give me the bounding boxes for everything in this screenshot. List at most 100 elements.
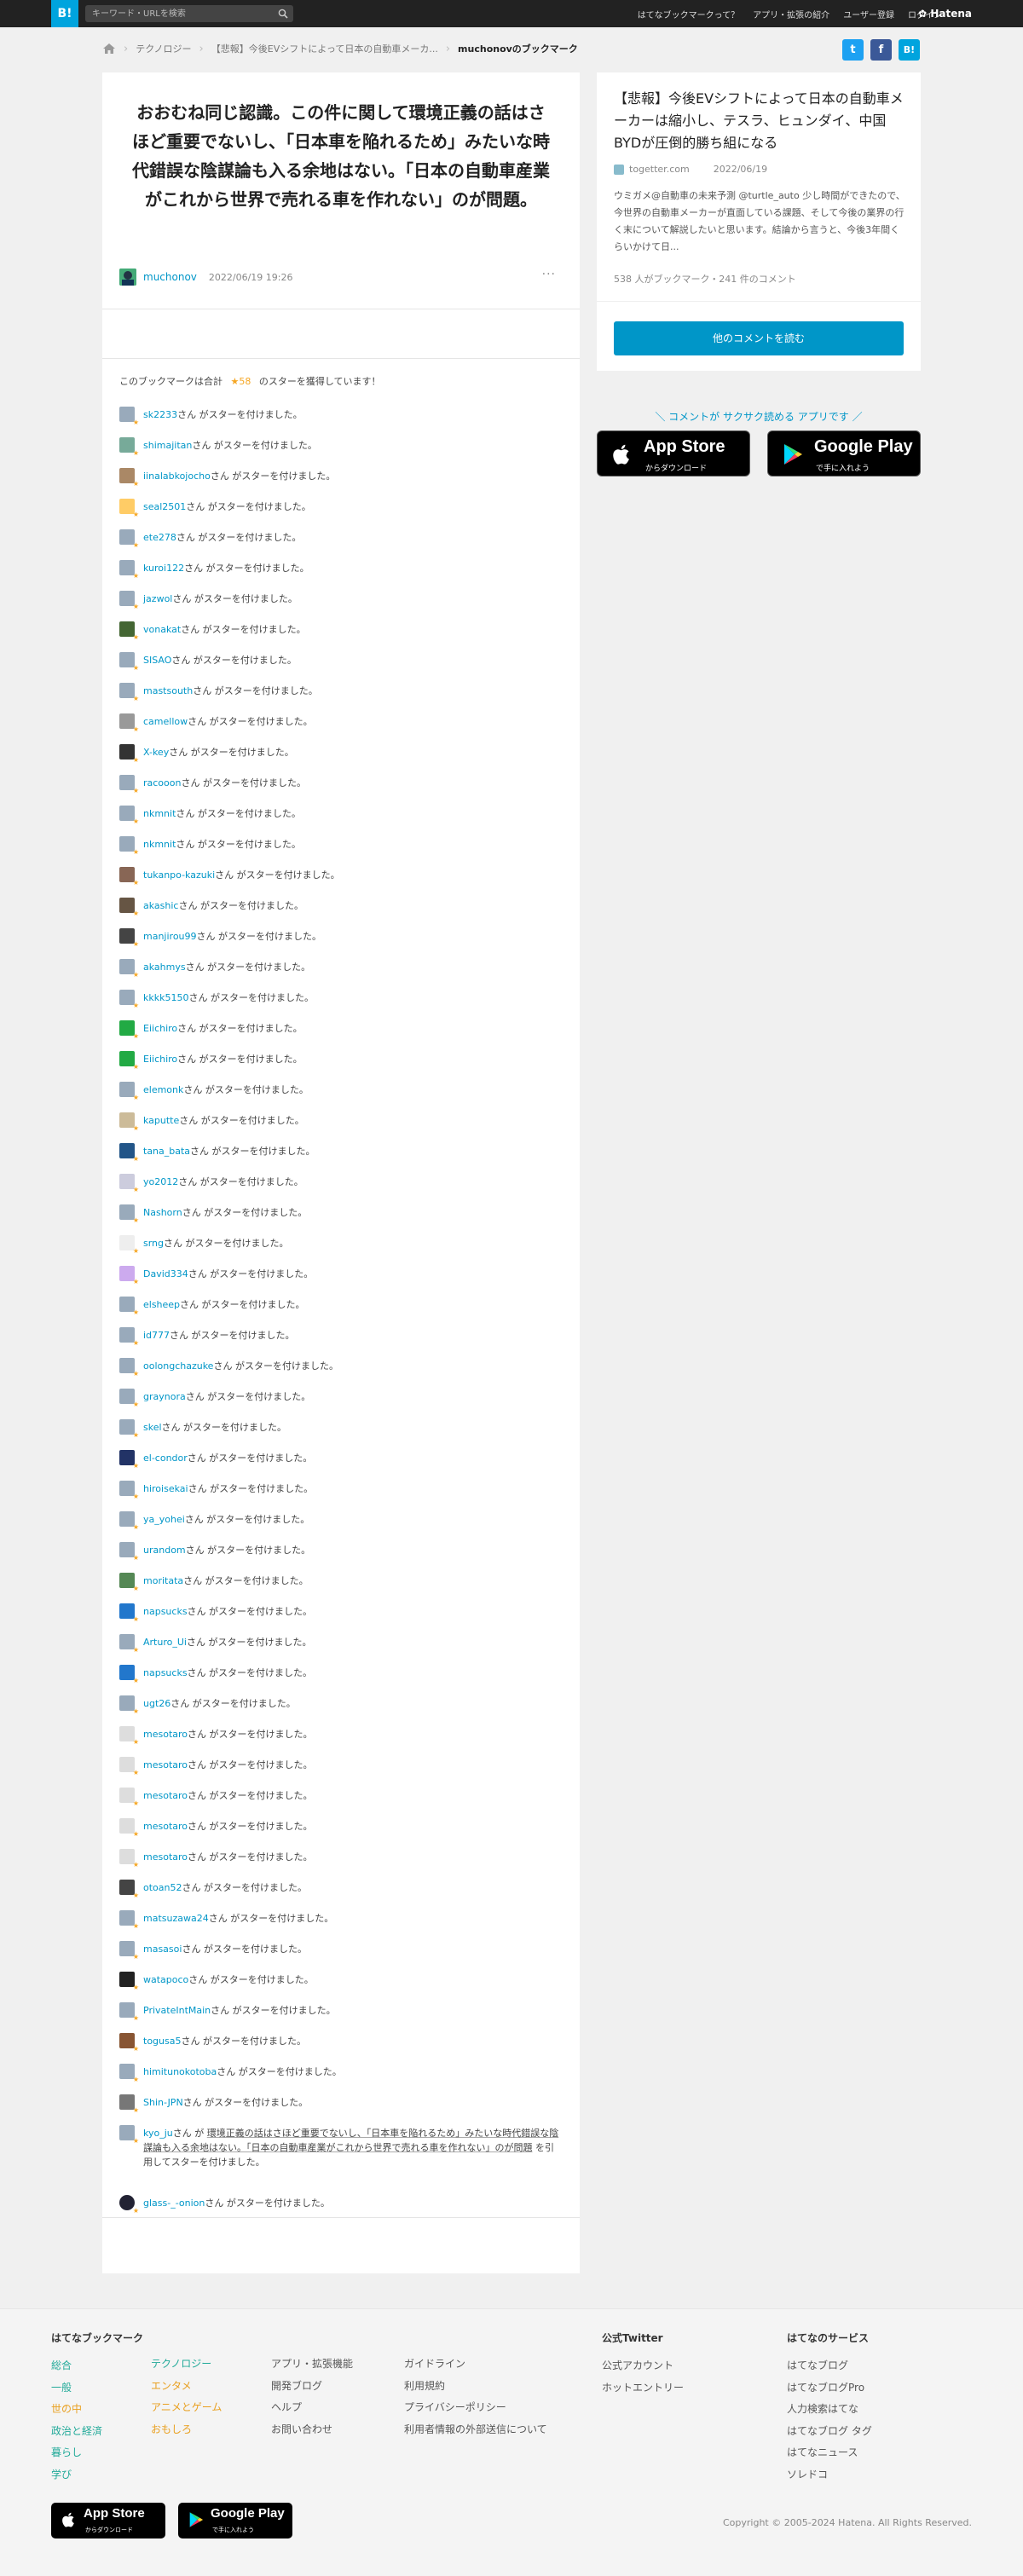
twitter-share-icon[interactable]: t [842, 39, 864, 61]
star-user[interactable]: ete278 [143, 530, 176, 545]
avatar[interactable] [119, 468, 139, 491]
star-user[interactable]: racooon [143, 776, 181, 790]
home-icon[interactable] [102, 43, 116, 55]
avatar[interactable] [119, 1327, 139, 1350]
star-user[interactable]: urandom [143, 1543, 186, 1557]
star-user[interactable]: napsucks [143, 1604, 188, 1619]
avatar[interactable] [119, 1788, 139, 1811]
star-user[interactable]: masasoi [143, 1942, 182, 1956]
star-user[interactable]: akashic [143, 898, 178, 913]
star-user[interactable]: skel [143, 1420, 162, 1435]
footer-link[interactable]: はてなニュース [787, 2446, 858, 2458]
avatar[interactable] [119, 1204, 139, 1227]
avatar[interactable] [119, 775, 139, 798]
avatar[interactable] [119, 621, 139, 644]
search-box[interactable] [85, 5, 293, 22]
star-user[interactable]: togusa5 [143, 2034, 181, 2048]
avatar[interactable] [119, 1941, 139, 1964]
avatar[interactable] [119, 1665, 139, 1688]
star-user[interactable]: otoan52 [143, 1880, 182, 1895]
star-user[interactable]: srng [143, 1236, 164, 1250]
bookmark-date[interactable]: 2022/06/19 19:26 [209, 272, 293, 283]
read-comments-button[interactable]: 他のコメントを読む [614, 321, 904, 355]
star-user[interactable]: X-key [143, 745, 169, 760]
footer-link[interactable]: 暮らし [51, 2446, 82, 2458]
hatena-brand[interactable]: ✿ Hatena [918, 8, 972, 20]
star-user[interactable]: mastsouth [143, 684, 193, 698]
more-menu-icon[interactable]: ··· [542, 268, 556, 281]
avatar[interactable] [119, 1051, 139, 1074]
star-user[interactable]: el-condor [143, 1451, 188, 1465]
footer-link[interactable]: 一般 [51, 2382, 72, 2394]
star-user[interactable]: mesotaro [143, 1850, 188, 1864]
star-user[interactable]: Eiichiro [143, 1052, 177, 1066]
avatar[interactable] [119, 1481, 139, 1504]
avatar[interactable] [119, 806, 139, 829]
hatena-share-icon[interactable]: B! [899, 39, 920, 61]
avatar[interactable] [119, 407, 139, 430]
avatar[interactable] [119, 898, 139, 921]
google-play-button[interactable]: Google Play で手に入れよう [767, 430, 921, 477]
avatar[interactable] [119, 499, 139, 522]
nav-apps[interactable]: アプリ・拡張の紹介 [753, 8, 829, 20]
avatar[interactable] [119, 1511, 139, 1534]
footer-link[interactable]: ホットエントリー [602, 2382, 684, 2394]
star-user[interactable]: kkkk5150 [143, 991, 188, 1005]
avatar[interactable] [119, 2033, 139, 2056]
nav-about[interactable]: はてなブックマークって？ [638, 8, 740, 20]
entry-domain[interactable]: togetter.com [629, 164, 690, 175]
avatar[interactable] [119, 1297, 139, 1320]
footer-link[interactable]: 公式アカウント [602, 2359, 673, 2371]
star-user[interactable]: graynora [143, 1389, 186, 1404]
star-user[interactable]: seal2501 [143, 500, 186, 514]
footer-link[interactable]: アニメとゲーム [151, 2401, 222, 2413]
avatar[interactable] [119, 1082, 139, 1105]
avatar[interactable] [119, 1542, 139, 1565]
footer-link[interactable]: 学び [51, 2469, 72, 2481]
footer-link[interactable]: はてなブログ タグ [787, 2425, 872, 2437]
star-user[interactable]: mesotaro [143, 1788, 188, 1803]
author-name[interactable]: muchonov [143, 271, 197, 283]
star-user[interactable]: nkmnit [143, 806, 176, 821]
footer-link[interactable]: 世の中 [51, 2403, 82, 2415]
star-user[interactable]: iinalabkojocho [143, 469, 211, 483]
star-user[interactable]: manjirou99 [143, 929, 197, 944]
star-user[interactable]: tukanpo-kazuki [143, 868, 215, 882]
star-user[interactable]: PrivateIntMain [143, 2003, 211, 2018]
avatar[interactable] [119, 2064, 139, 2087]
star-user[interactable]: Arturo_Ui [143, 1635, 187, 1649]
footer-link[interactable]: 政治と経済 [51, 2425, 102, 2437]
star-user[interactable]: moritata [143, 1574, 183, 1588]
avatar[interactable] [119, 1235, 139, 1258]
avatar[interactable] [119, 529, 139, 552]
avatar[interactable] [119, 269, 136, 286]
avatar[interactable] [119, 713, 139, 736]
footer-link[interactable]: おもしろ [151, 2423, 192, 2435]
avatar[interactable] [119, 1695, 139, 1718]
footer-link[interactable]: はてなブログPro [787, 2382, 864, 2394]
avatar[interactable] [119, 591, 139, 614]
footer-link[interactable]: テクノロジー [151, 2358, 211, 2370]
avatar[interactable] [119, 1972, 139, 1995]
avatar[interactable] [119, 959, 139, 982]
footer-link[interactable]: ガイドライン [404, 2358, 465, 2370]
star-user[interactable]: mesotaro [143, 1819, 188, 1834]
avatar[interactable] [119, 1174, 139, 1197]
star-user[interactable]: kuroi122 [143, 561, 184, 575]
star-user[interactable]: ugt26 [143, 1696, 170, 1711]
avatar[interactable] [119, 867, 139, 890]
star-user[interactable]: sk2233 [143, 407, 177, 422]
star-user[interactable]: Shin-JPN [143, 2095, 183, 2110]
footer-google-play-button[interactable]: Google Play で手に入れよう [178, 2503, 292, 2538]
star-user[interactable]: elsheep [143, 1297, 180, 1312]
footer-link[interactable]: 開発ブログ [271, 2380, 322, 2392]
avatar[interactable] [119, 2094, 139, 2117]
avatar[interactable] [119, 1603, 139, 1626]
avatar[interactable] [119, 1450, 139, 1473]
footer-link[interactable]: お問い合わせ [271, 2423, 332, 2435]
avatar[interactable] [119, 990, 139, 1013]
star-user[interactable]: oolongchazuke [143, 1359, 213, 1373]
avatar[interactable] [119, 1419, 139, 1442]
footer-link[interactable]: ソレドコ [787, 2469, 828, 2481]
star-user[interactable]: watapoco [143, 1972, 188, 1987]
